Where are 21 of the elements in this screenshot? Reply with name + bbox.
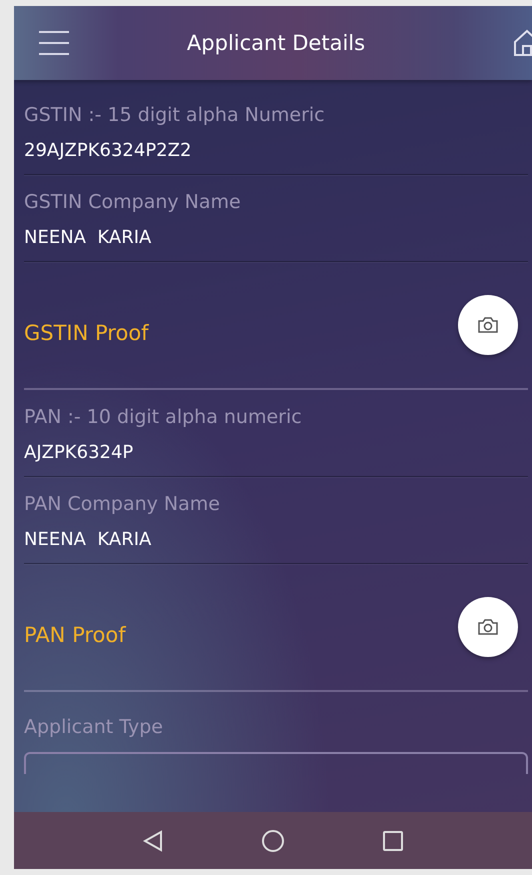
camera-icon	[477, 618, 499, 636]
field-value[interactable]: AJZPK6324P	[24, 440, 528, 466]
proof-label: GSTIN Proof	[24, 321, 149, 345]
field-label: Applicant Type	[24, 715, 164, 740]
field-value[interactable]: NEENA KARIA	[24, 527, 528, 553]
recents-icon[interactable]	[382, 830, 404, 852]
camera-button[interactable]	[458, 597, 518, 657]
field-label: GSTIN Company Name	[24, 190, 242, 215]
screen-title: Applicant Details	[186, 31, 366, 55]
field-label: GSTIN :- 15 digit alpha Numeric	[24, 103, 326, 128]
proof-label: PAN Proof	[24, 623, 126, 647]
camera-button[interactable]	[458, 295, 518, 355]
camera-icon	[477, 316, 499, 334]
field-label: PAN Company Name	[24, 492, 221, 517]
field-label: PAN :- 10 digit alpha numeric	[24, 405, 303, 430]
field-value[interactable]: 29AJZPK6324P2Z2	[24, 138, 528, 164]
dropdown-field[interactable]	[24, 752, 528, 774]
home-circle-icon[interactable]	[260, 828, 285, 852]
field-value[interactable]: NEENA KARIA	[24, 225, 528, 251]
back-icon[interactable]	[142, 828, 164, 852]
menu-icon[interactable]	[38, 29, 70, 57]
